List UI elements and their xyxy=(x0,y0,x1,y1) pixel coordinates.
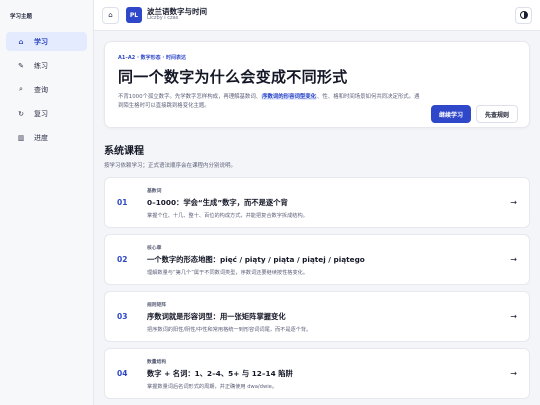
course-list: 01 基数词 0–1000：学会“生成”数字，而不是逐个背 掌握个位、十几、整十… xyxy=(104,177,530,399)
search-icon: ⌕ xyxy=(19,85,23,93)
hero-description: 不背1000个孤立数字。先学数字怎样构成，再理解基数词、序数词的形容词型变化、性… xyxy=(118,93,423,111)
course-number: 02 xyxy=(117,255,128,264)
course-body: 数量结构 数字 + 名词：1、2–4、5+ 与 12–14 陷阱 掌握数量词后名… xyxy=(141,358,510,390)
home-icon: ⌂ xyxy=(18,37,24,46)
arrow-right-icon[interactable]: → xyxy=(510,369,517,378)
course-number: 04 xyxy=(117,369,128,378)
course-body: 核心章 一个数字的形态地图：pięć / piąty / piąta / pią… xyxy=(141,244,510,276)
sidebar-item-label: 查询 xyxy=(34,85,48,94)
course-title: 序数词就是形容词型：用一张矩阵掌握变化 xyxy=(147,311,286,321)
sidebar-item-lookup[interactable]: ⌕ 查询 xyxy=(6,80,87,99)
course-card[interactable]: 04 数量结构 数字 + 名词：1、2–4、5+ 与 12–14 陷阱 掌握数量… xyxy=(104,348,530,399)
course-card[interactable]: 03 规则矩阵 序数词就是形容词型：用一张矩阵掌握变化 把序数词的阳性/阴性/中… xyxy=(104,291,530,342)
section-title: 系统课程 xyxy=(104,146,144,157)
pencil-icon: ✎ xyxy=(18,61,24,70)
course-number: 03 xyxy=(117,312,128,321)
course-number: 01 xyxy=(117,198,128,207)
course-tag: 核心章 xyxy=(147,245,162,251)
course-body: 基数词 0–1000：学会“生成”数字，而不是逐个背 掌握个位、十几、整十、百位… xyxy=(141,187,510,219)
sidebar-item-progress[interactable]: ▥ 进度 xyxy=(6,128,87,147)
app-subtitle: Liczby i czas xyxy=(147,15,179,22)
hero-card: A1–A2 · 数字形态 · 时间表达 同一个数字为什么会变成不同形式 不背10… xyxy=(104,41,530,128)
sidebar-title: 学习主题 xyxy=(10,14,33,20)
arrow-right-icon[interactable]: → xyxy=(510,255,517,264)
sidebar-item-label: 学习 xyxy=(34,37,48,46)
course-title: 一个数字的形态地图：pięć / piąty / piąta / piątej … xyxy=(147,254,365,264)
sidebar-item-label: 进度 xyxy=(34,133,48,142)
contrast-icon xyxy=(519,11,528,19)
check-rules-button[interactable]: 先查规则 xyxy=(475,105,518,123)
main-content: A1–A2 · 数字形态 · 时间表达 同一个数字为什么会变成不同形式 不背10… xyxy=(94,31,540,405)
sidebar-item-review[interactable]: ↻ 复习 xyxy=(6,104,87,123)
course-description: 理解数量与“第几个”属于不同数词类型，序数词还要继续按性格变化。 xyxy=(147,269,309,276)
arrow-right-icon[interactable]: → xyxy=(510,198,517,207)
sidebar-item-learn[interactable]: ⌂ 学习 xyxy=(6,32,87,51)
course-card[interactable]: 02 核心章 一个数字的形态地图：pięć / piąty / piąta / … xyxy=(104,234,530,285)
hero-kicker: A1–A2 · 数字形态 · 时间表达 xyxy=(118,55,186,61)
course-body: 规则矩阵 序数词就是形容词型：用一张矩阵掌握变化 把序数词的阳性/阴性/中性和常… xyxy=(141,301,510,333)
sidebar-item-label: 复习 xyxy=(34,109,48,118)
hero-title: 同一个数字为什么会变成不同形式 xyxy=(118,68,348,86)
hero-actions: 继续学习 先查规则 xyxy=(430,105,518,123)
sidebar-item-label: 练习 xyxy=(34,61,48,70)
course-title: 数字 + 名词：1、2–4、5+ 与 12–14 陷阱 xyxy=(147,368,293,378)
columns-icon: ▥ xyxy=(17,133,25,142)
course-card[interactable]: 01 基数词 0–1000：学会“生成”数字，而不是逐个背 掌握个位、十几、整十… xyxy=(104,177,530,228)
course-tag: 数量结构 xyxy=(147,359,167,365)
section-subtitle: 按学习依赖学习；正式语法顺序会在课程内分别说明。 xyxy=(104,163,237,169)
home-icon: ⌂ xyxy=(108,11,113,19)
course-tag: 基数词 xyxy=(147,188,162,194)
course-description: 掌握数量词后名词形式的周期，并正确使用 dwa/dwie。 xyxy=(147,383,278,390)
hero-desc-highlight: 序数词的形容词型变化 xyxy=(261,94,318,100)
course-description: 掌握个位、十几、整十、百位的构成方式，并能把复合数字拆成结构。 xyxy=(147,212,308,219)
brand: 波兰语数字与时间 Liczby i czas xyxy=(147,7,207,22)
theme-toggle-button[interactable] xyxy=(515,6,532,24)
refresh-icon: ↻ xyxy=(18,109,24,118)
course-tag: 规则矩阵 xyxy=(147,302,167,308)
course-description: 把序数词的阳性/阴性/中性和常用格统一到形容词词尾，而不是逐个背。 xyxy=(147,326,312,333)
continue-learning-button[interactable]: 继续学习 xyxy=(430,105,471,123)
home-button[interactable]: ⌂ xyxy=(102,6,119,24)
hero-desc-part1: 不背1000个孤立数字。先学数字怎样构成，再理解基数词、 xyxy=(118,94,262,100)
app-logo: PL xyxy=(126,7,142,23)
sidebar-item-practice[interactable]: ✎ 练习 xyxy=(6,56,87,75)
top-bar: ⌂ PL 波兰语数字与时间 Liczby i czas xyxy=(94,0,540,31)
course-title: 0–1000：学会“生成”数字，而不是逐个背 xyxy=(147,197,288,207)
sidebar: 学习主题 ⌂ 学习 ✎ 练习 ⌕ 查询 ↻ 复习 ▥ 进度 xyxy=(0,0,94,405)
arrow-right-icon[interactable]: → xyxy=(510,312,517,321)
